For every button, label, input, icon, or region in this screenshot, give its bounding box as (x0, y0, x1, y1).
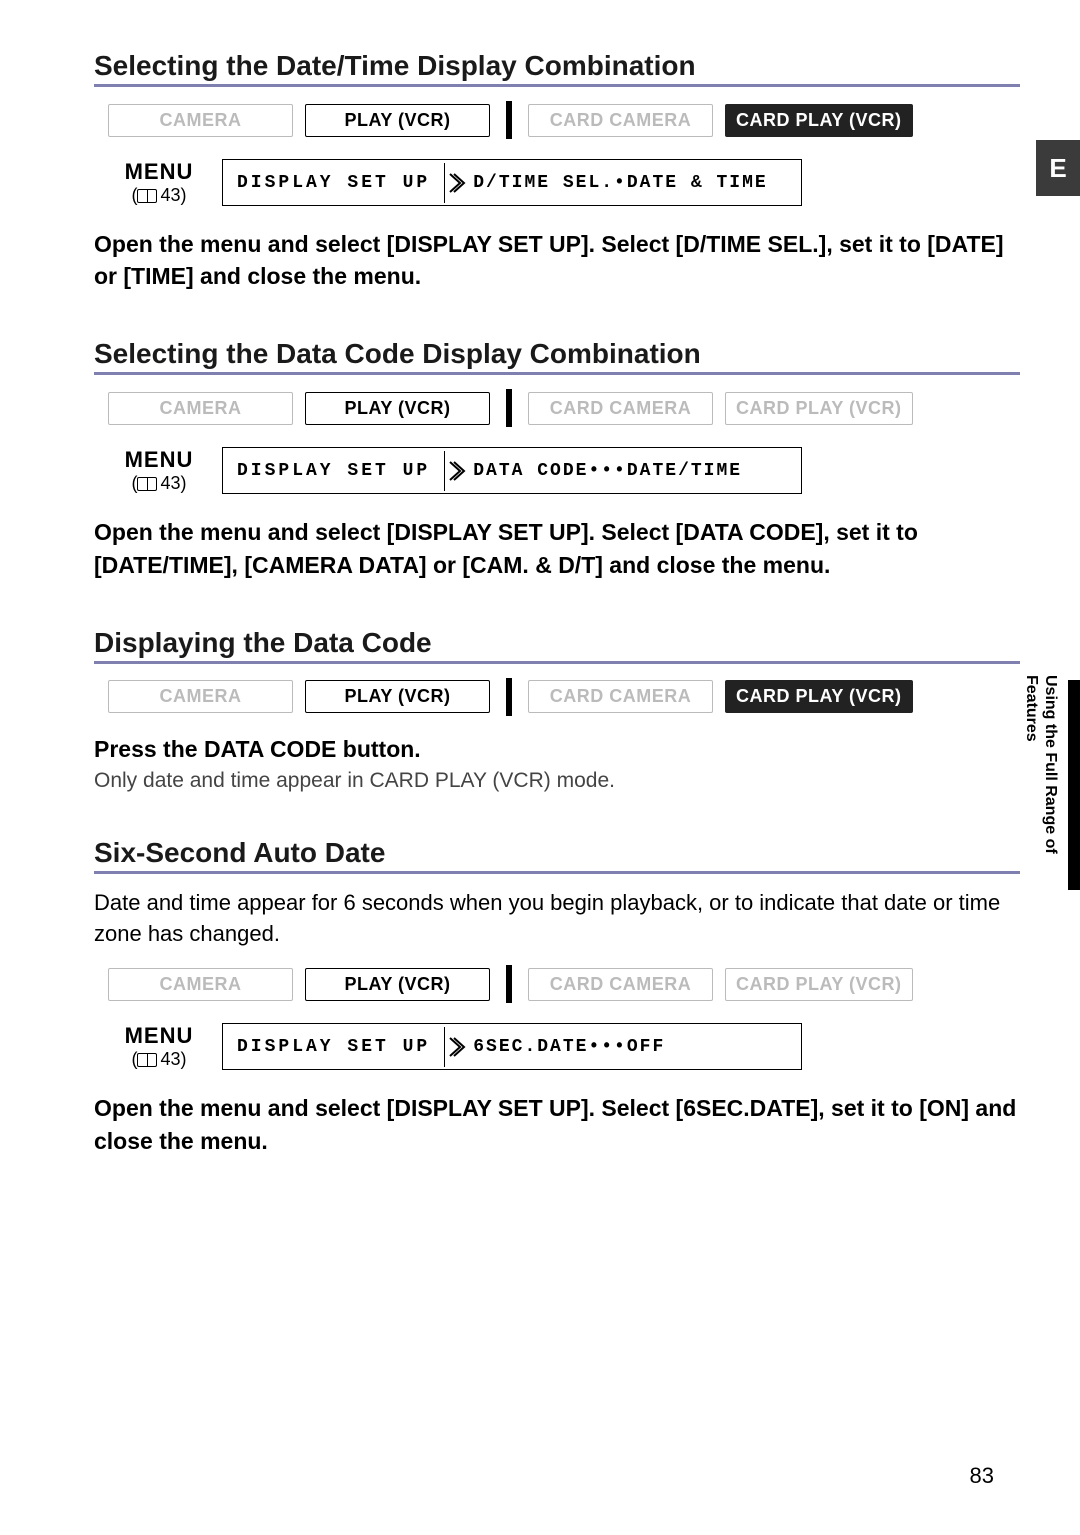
book-icon (137, 1053, 157, 1067)
section4-body: Open the menu and select [DISPLAY SET UP… (94, 1092, 1020, 1156)
mode-play-vcr: PLAY (VCR) (305, 680, 490, 713)
section2-mode-row: CAMERA PLAY (VCR) CARD CAMERA CARD PLAY … (108, 389, 1020, 427)
menu-path-box: DISPLAY SET UP DATA CODE•••DATE/TIME (222, 447, 802, 494)
mode-divider (506, 678, 512, 716)
menu-path-box: DISPLAY SET UP 6SEC.DATE•••OFF (222, 1023, 802, 1070)
mode-play-vcr: PLAY (VCR) (305, 104, 490, 137)
menu-path-a: DISPLAY SET UP (223, 1027, 445, 1067)
mode-camera: CAMERA (108, 392, 293, 425)
menu-path-b: DATA CODE•••DATE/TIME (469, 451, 756, 491)
section4-title: Six-Second Auto Date (94, 837, 1020, 874)
section2-title: Selecting the Data Code Display Combinat… (94, 338, 1020, 375)
menu-word: MENU (96, 1023, 222, 1049)
mode-divider (506, 101, 512, 139)
section2-menu-row: MENU (43) DISPLAY SET UP DATA CODE•••DAT… (96, 447, 1020, 494)
menu-path-box: DISPLAY SET UP D/TIME SEL.•DATE & TIME (222, 159, 802, 206)
page-number: 83 (970, 1463, 994, 1489)
mode-camera: CAMERA (108, 104, 293, 137)
mode-card-camera: CARD CAMERA (528, 104, 713, 137)
mode-card-play-vcr: CARD PLAY (VCR) (725, 680, 913, 713)
mode-camera: CAMERA (108, 968, 293, 1001)
mode-divider (506, 389, 512, 427)
menu-label: MENU (43) (96, 159, 222, 206)
side-index-bar (1068, 680, 1080, 890)
mode-card-camera: CARD CAMERA (528, 680, 713, 713)
menu-word: MENU (96, 447, 222, 473)
section2-body: Open the menu and select [DISPLAY SET UP… (94, 516, 1020, 580)
book-icon (137, 189, 157, 203)
menu-path-a: DISPLAY SET UP (223, 451, 445, 491)
section3-title: Displaying the Data Code (94, 627, 1020, 664)
section1-menu-row: MENU (43) DISPLAY SET UP D/TIME SEL.•DAT… (96, 159, 1020, 206)
mode-divider (506, 965, 512, 1003)
side-section-label: Using the Full Range of Features (1022, 675, 1060, 895)
menu-arrow-icon (445, 1036, 469, 1058)
section4-menu-row: MENU (43) DISPLAY SET UP 6SEC.DATE•••OFF (96, 1023, 1020, 1070)
mode-card-play-vcr: CARD PLAY (VCR) (725, 104, 913, 137)
mode-play-vcr: PLAY (VCR) (305, 968, 490, 1001)
section1-mode-row: CAMERA PLAY (VCR) CARD CAMERA CARD PLAY … (108, 101, 1020, 139)
mode-card-play-vcr: CARD PLAY (VCR) (725, 392, 913, 425)
book-icon (137, 477, 157, 491)
menu-arrow-icon (445, 460, 469, 482)
menu-label: MENU (43) (96, 447, 222, 494)
section4-mode-row: CAMERA PLAY (VCR) CARD CAMERA CARD PLAY … (108, 965, 1020, 1003)
section1-body: Open the menu and select [DISPLAY SET UP… (94, 228, 1020, 292)
menu-page-ref: (43) (96, 185, 222, 206)
menu-word: MENU (96, 159, 222, 185)
section1-title: Selecting the Date/Time Display Combinat… (94, 50, 1020, 87)
section4-lead: Date and time appear for 6 seconds when … (94, 888, 1020, 950)
menu-page-ref: (43) (96, 473, 222, 494)
menu-path-b: D/TIME SEL.•DATE & TIME (469, 163, 781, 203)
menu-arrow-icon (445, 172, 469, 194)
mode-card-camera: CARD CAMERA (528, 392, 713, 425)
section3-note: Only date and time appear in CARD PLAY (… (94, 769, 1020, 793)
menu-path-b: 6SEC.DATE•••OFF (469, 1027, 679, 1067)
section3-mode-row: CAMERA PLAY (VCR) CARD CAMERA CARD PLAY … (108, 678, 1020, 716)
mode-card-play-vcr: CARD PLAY (VCR) (725, 968, 913, 1001)
mode-play-vcr: PLAY (VCR) (305, 392, 490, 425)
menu-page-ref: (43) (96, 1049, 222, 1070)
mode-camera: CAMERA (108, 680, 293, 713)
mode-card-camera: CARD CAMERA (528, 968, 713, 1001)
section3-instruction: Press the DATA CODE button. (94, 736, 1020, 763)
menu-path-a: DISPLAY SET UP (223, 163, 445, 203)
menu-label: MENU (43) (96, 1023, 222, 1070)
language-tab: E (1036, 140, 1080, 196)
